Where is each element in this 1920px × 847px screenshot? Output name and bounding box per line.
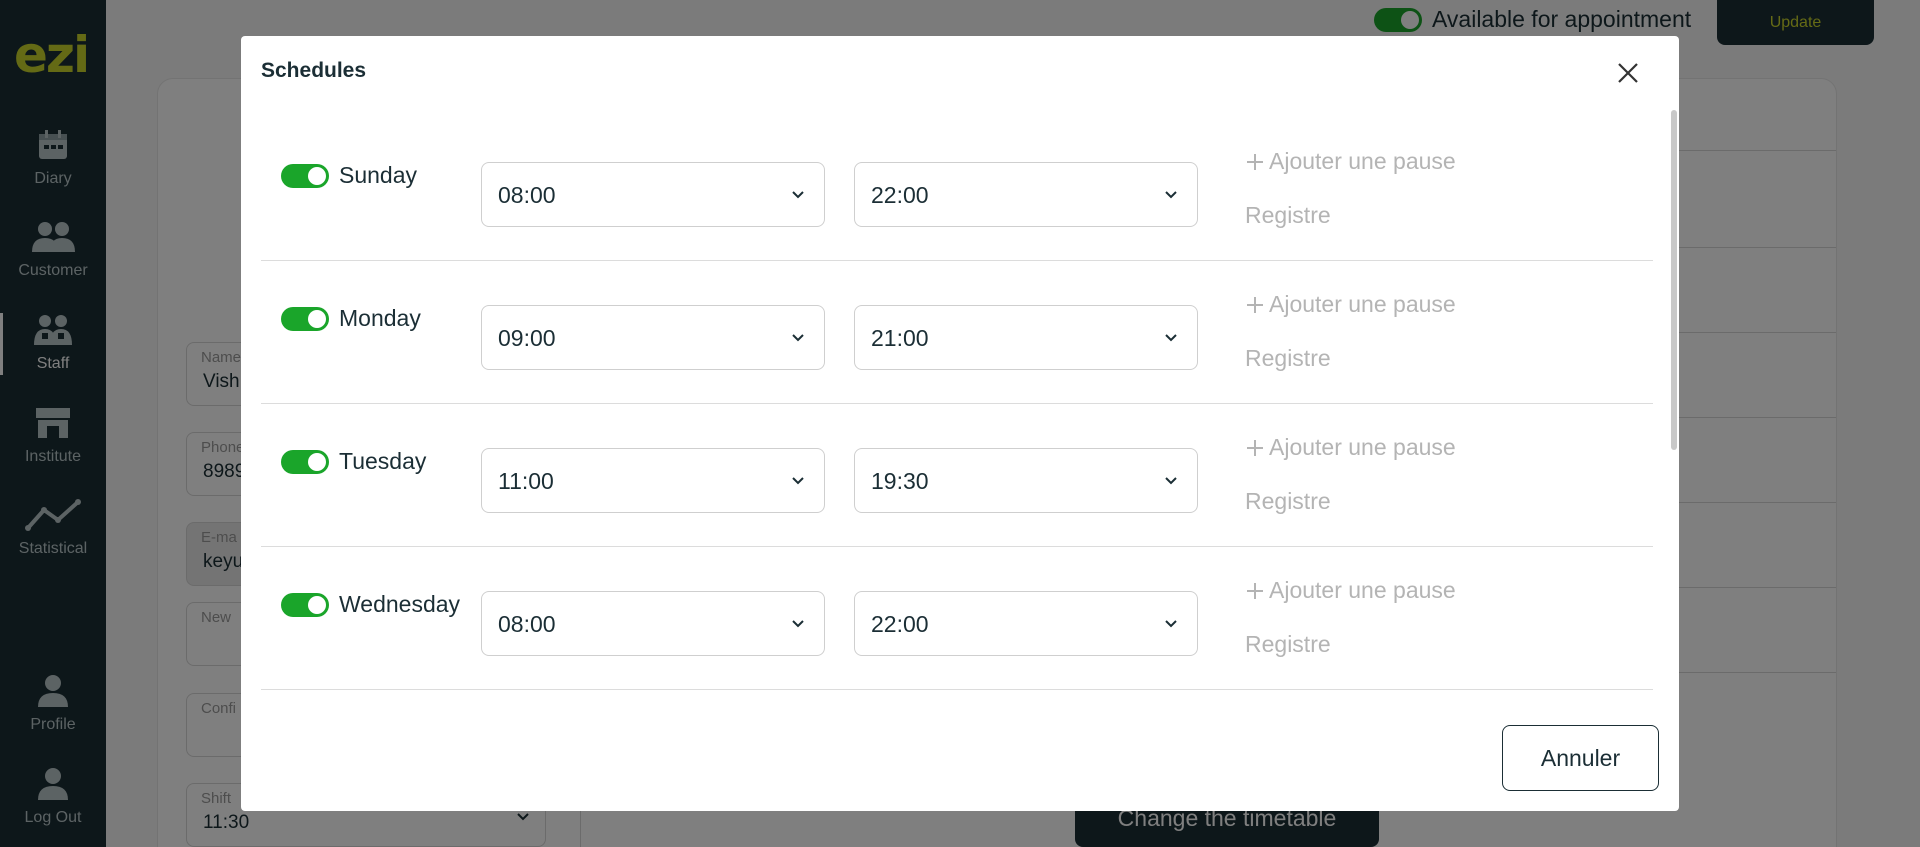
start-time-select[interactable]: 08:00 [481, 162, 825, 227]
day-toggle[interactable] [281, 592, 329, 617]
end-time-value: 22:00 [871, 611, 929, 637]
plus-icon [1247, 439, 1263, 456]
day-name: Monday [339, 305, 421, 331]
chevron-down-icon [792, 334, 804, 342]
end-time-value: 19:30 [871, 468, 929, 494]
day-label-row: Wednesday [281, 591, 460, 618]
add-break-button[interactable]: Ajouter une pause [1245, 577, 1456, 604]
day-row-tuesday: Tuesday 11:00 19:30 Ajouter une pause Re… [261, 404, 1653, 547]
plus-icon [1247, 582, 1263, 599]
add-break-button[interactable]: Ajouter une pause [1245, 434, 1456, 461]
add-break-label: Ajouter une pause [1269, 577, 1456, 603]
plus-icon [1247, 296, 1263, 313]
day-toggle[interactable] [281, 163, 329, 188]
day-name: Tuesday [339, 448, 427, 474]
end-time-select[interactable]: 22:00 [854, 162, 1198, 227]
chevron-down-icon [792, 191, 804, 199]
chevron-down-icon [1165, 477, 1177, 485]
modal-scrollbar[interactable] [1671, 110, 1677, 450]
register-button[interactable]: Registre [1245, 631, 1331, 658]
day-row-wednesday: Wednesday 08:00 22:00 Ajouter une pause … [261, 547, 1653, 690]
day-toggle[interactable] [281, 306, 329, 331]
start-time-select[interactable]: 11:00 [481, 448, 825, 513]
register-button[interactable]: Registre [1245, 202, 1331, 229]
day-name: Wednesday [339, 591, 461, 617]
chevron-down-icon [792, 620, 804, 628]
start-time-value: 08:00 [498, 182, 556, 208]
start-time-select[interactable]: 09:00 [481, 305, 825, 370]
start-time-value: 09:00 [498, 325, 556, 351]
add-break-label: Ajouter une pause [1269, 434, 1456, 460]
chevron-down-icon [1165, 334, 1177, 342]
day-toggle[interactable] [281, 449, 329, 474]
day-label-row: Tuesday [281, 448, 426, 475]
chevron-down-icon [792, 477, 804, 485]
end-time-select[interactable]: 19:30 [854, 448, 1198, 513]
start-time-value: 08:00 [498, 611, 556, 637]
start-time-value: 11:00 [498, 468, 554, 494]
day-row-sunday: Sunday 08:00 22:00 Ajouter une pause Reg… [261, 118, 1653, 261]
add-break-button[interactable]: Ajouter une pause [1245, 291, 1456, 318]
plus-icon [1247, 153, 1263, 170]
end-time-select[interactable]: 21:00 [854, 305, 1198, 370]
register-button[interactable]: Registre [1245, 488, 1331, 515]
modal-title: Schedules [261, 59, 367, 82]
cancel-button[interactable]: Annuler [1502, 725, 1659, 791]
close-icon[interactable] [1615, 60, 1641, 86]
day-label-row: Sunday [281, 162, 417, 189]
end-time-value: 21:00 [871, 325, 929, 351]
day-label-row: Monday [281, 305, 421, 332]
add-break-label: Ajouter une pause [1269, 148, 1456, 174]
register-button[interactable]: Registre [1245, 345, 1331, 372]
add-break-label: Ajouter une pause [1269, 291, 1456, 317]
day-name: Sunday [339, 162, 418, 188]
end-time-value: 22:00 [871, 182, 929, 208]
chevron-down-icon [1165, 191, 1177, 199]
start-time-select[interactable]: 08:00 [481, 591, 825, 656]
day-row-monday: Monday 09:00 21:00 Ajouter une pause Reg… [261, 261, 1653, 404]
schedules-modal: Schedules Sunday 08:00 22:00 Ajouter une… [241, 36, 1679, 811]
add-break-button[interactable]: Ajouter une pause [1245, 148, 1456, 175]
end-time-select[interactable]: 22:00 [854, 591, 1198, 656]
chevron-down-icon [1165, 620, 1177, 628]
